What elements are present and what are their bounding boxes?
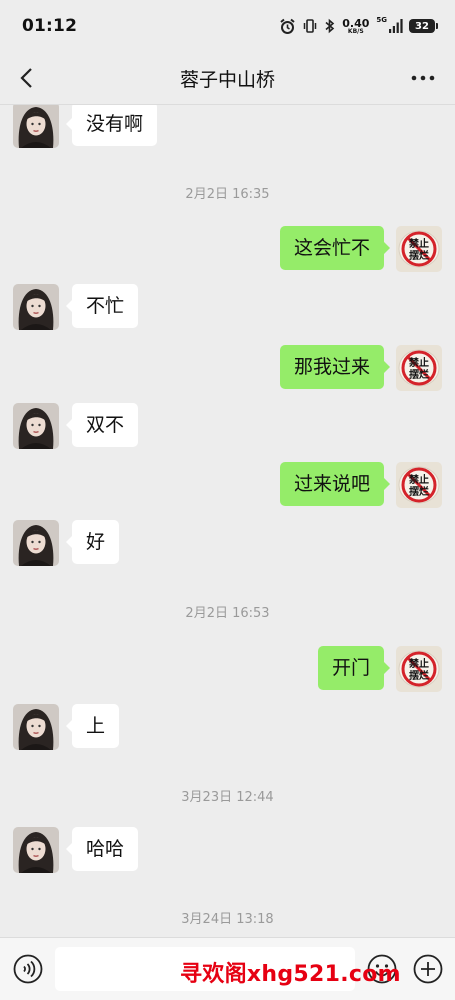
contact-avatar[interactable] (13, 284, 59, 330)
contact-avatar[interactable] (13, 704, 59, 750)
my-avatar[interactable]: 禁止 摆烂 (396, 345, 442, 391)
message-timestamp: 3月24日 13:18 (181, 912, 274, 927)
chat-title: 蓉子中山桥 (179, 68, 275, 91)
message-bubble[interactable]: 不忙 (65, 284, 139, 328)
outgoing-message: 禁止 摆烂 这会忙不 (0, 226, 455, 272)
voice-icon (13, 954, 43, 984)
plus-icon (413, 954, 443, 984)
chevron-left-icon (20, 68, 32, 88)
incoming-message: 好 (0, 520, 455, 566)
contact-avatar[interactable] (13, 827, 59, 873)
watermark: 寻欢阁xhg521.com (180, 962, 401, 987)
svg-text:摆烂: 摆烂 (409, 368, 429, 381)
signal-icon (389, 19, 403, 33)
message-bubble[interactable]: 开门 (317, 646, 391, 690)
more-functions-button[interactable] (413, 954, 443, 984)
contact-avatar[interactable] (13, 105, 59, 148)
incoming-message: 双不 (0, 403, 455, 449)
status-time: 01:12 (22, 16, 78, 36)
svg-text:摆烂: 摆烂 (409, 249, 429, 262)
vibrate-icon (302, 18, 318, 34)
alarm-icon (279, 18, 296, 35)
svg-text:禁止: 禁止 (408, 473, 429, 486)
message-bubble[interactable]: 那我过来 (279, 345, 391, 389)
svg-text:摆烂: 摆烂 (409, 669, 429, 682)
message-bubble[interactable]: 上 (65, 704, 120, 748)
svg-text:禁止: 禁止 (408, 657, 429, 670)
svg-text:禁止: 禁止 (408, 356, 429, 369)
contact-avatar[interactable] (13, 520, 59, 566)
message-bubble[interactable]: 好 (65, 520, 120, 564)
svg-text:摆烂: 摆烂 (409, 485, 429, 498)
message-bubble[interactable]: 双不 (65, 403, 139, 447)
message-bubble[interactable]: 哈哈 (65, 827, 139, 871)
network-type: 5G (376, 15, 387, 24)
my-avatar[interactable]: 禁止 摆烂 (396, 226, 442, 272)
incoming-message: 没有啊 (0, 105, 455, 148)
back-button[interactable] (14, 64, 38, 92)
message-timestamp: 2月2日 16:53 (185, 606, 270, 621)
contact-avatar[interactable] (13, 403, 59, 449)
my-avatar[interactable]: 禁止 摆烂 (396, 462, 442, 508)
incoming-message: 上 (0, 704, 455, 750)
outgoing-message: 禁止 摆烂 那我过来 (0, 345, 455, 391)
network-speed: 0.40 KB/S (342, 18, 369, 35)
message-bubble[interactable]: 没有啊 (65, 105, 158, 146)
status-icons: 0.40 KB/S 5G 32 (279, 15, 438, 35)
chat-header: 蓉子中山桥 (0, 52, 455, 104)
more-button[interactable] (409, 66, 437, 90)
svg-text:禁止: 禁止 (408, 237, 429, 250)
bluetooth-icon (324, 18, 335, 34)
voice-button[interactable] (13, 954, 43, 984)
message-bubble[interactable]: 这会忙不 (279, 226, 391, 270)
outgoing-message: 禁止 摆烂 过来说吧 (0, 462, 455, 508)
message-timestamp: 3月23日 12:44 (181, 790, 274, 805)
network-speed-value: 0.40 (342, 16, 370, 30)
outgoing-message: 禁止 摆烂 开门 (0, 646, 455, 692)
message-bubble[interactable]: 过来说吧 (279, 462, 391, 506)
incoming-message: 哈哈 (0, 827, 455, 873)
network-speed-unit: KB/S (347, 27, 364, 35)
incoming-message: 不忙 (0, 284, 455, 330)
message-timestamp: 2月2日 16:35 (185, 187, 270, 202)
my-avatar[interactable]: 禁止 摆烂 (396, 646, 442, 692)
status-bar: 01:12 0.40 KB/S 5G 32 (0, 0, 455, 52)
message-list[interactable]: 没有啊 2月2日 16:35 禁止 摆烂 这会忙不 不忙 禁止 摆烂 那我过来 双不 禁止 摆烂 过来说… (0, 105, 455, 937)
battery-indicator: 32 (409, 19, 438, 33)
more-dots-icon (411, 75, 435, 81)
